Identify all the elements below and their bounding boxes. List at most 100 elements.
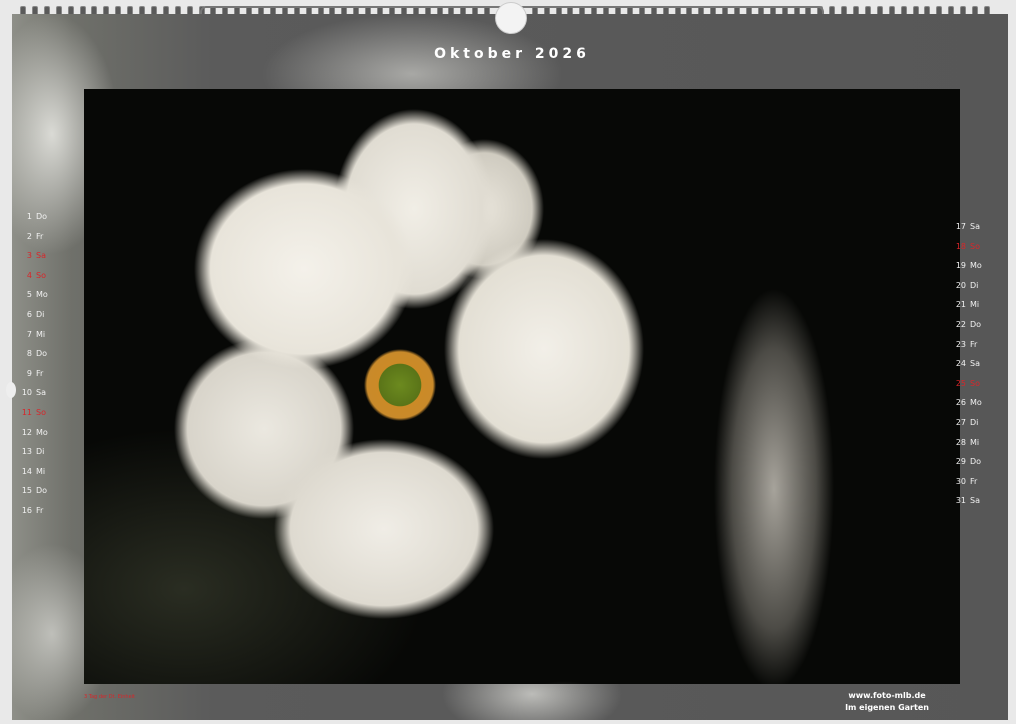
weekday: Mi — [970, 300, 980, 310]
weekday: Do — [36, 349, 48, 359]
day-entry: 24 Sa — [946, 359, 980, 368]
weekday: Do — [970, 320, 982, 329]
day-entry: 25 So — [946, 379, 980, 388]
weekday: So — [970, 241, 980, 251]
day-entry: 16 Fr — [12, 506, 44, 515]
day-entry: 15 Do — [12, 486, 47, 495]
weekday: Di — [36, 447, 45, 457]
weekday: Di — [970, 418, 979, 427]
day-entry: 31 Sa — [946, 496, 980, 505]
day-entry: 13 Di — [12, 447, 45, 457]
day-number: 13 — [21, 447, 32, 457]
weekday: Fr — [36, 231, 44, 241]
day-number: 4 — [26, 270, 32, 280]
day-entry: 30 Fr — [946, 476, 978, 486]
weekday: Sa — [970, 359, 980, 369]
day-entry: 17 Sa — [946, 222, 980, 231]
day-number: 2 — [26, 231, 32, 241]
weekday: Fr — [970, 476, 978, 486]
calendar-photo — [84, 89, 960, 684]
weekday: Fr — [36, 506, 44, 515]
day-number: 12 — [21, 427, 32, 437]
day-number: 8 — [26, 349, 32, 359]
day-number: 29 — [955, 457, 966, 467]
day-entry: 26 Mo — [946, 398, 982, 407]
day-number: 28 — [955, 437, 966, 447]
weekday: Mi — [36, 466, 46, 476]
day-number: 31 — [955, 496, 966, 506]
weekday: So — [36, 270, 46, 280]
day-entry: 7 Mi — [12, 330, 45, 339]
holiday-note: 3 Tag der Dt. Einheit — [84, 694, 136, 700]
weekday: Sa — [970, 496, 980, 506]
day-number: 27 — [955, 418, 966, 427]
day-number: 15 — [21, 486, 32, 496]
day-entry: 29 Do — [946, 457, 981, 466]
day-entry: 27 Di — [946, 418, 979, 427]
day-entry: 9 Fr — [12, 369, 43, 378]
weekday: Sa — [36, 388, 46, 398]
day-number: 6 — [26, 310, 32, 319]
weekday: Sa — [36, 251, 46, 261]
hanger-hole — [495, 2, 527, 34]
weekday: Do — [36, 212, 48, 221]
weekday: Fr — [970, 339, 978, 349]
weekday: Mo — [970, 398, 982, 408]
day-entry: 14 Mi — [12, 467, 45, 476]
day-entry: 1 Do — [12, 212, 47, 221]
photo-title: Im eigenen Garten — [845, 703, 929, 712]
day-entry: 10 Sa — [12, 388, 46, 397]
day-number: 26 — [955, 398, 966, 408]
day-entry: 8 Do — [12, 349, 47, 358]
weekday: Di — [36, 310, 45, 319]
day-number: 1 — [26, 212, 32, 221]
day-number: 18 — [955, 241, 966, 251]
day-entry: 22 Do — [946, 320, 981, 329]
website-link: www.foto-mlb.de — [848, 691, 926, 700]
day-entry: 18 So — [946, 242, 980, 251]
day-entry: 5 Mo — [12, 290, 48, 299]
day-number: 19 — [955, 261, 966, 271]
weekday: Sa — [970, 222, 980, 231]
day-entry: 21 Mi — [946, 300, 979, 309]
weekday: Mo — [36, 290, 48, 300]
weekday: Mi — [36, 329, 46, 339]
calendar-page: 1 Do 2 Fr 3 Sa 4 So 5 Mo 6 Di 7 Mi 8 Do 9 Fr 10 Sa 11 So 12 Mo 1… — [6, 14, 1008, 720]
day-number: 5 — [26, 290, 32, 300]
weekday: Di — [970, 280, 979, 290]
day-number: 10 — [21, 388, 32, 398]
weekday: Mi — [970, 437, 980, 447]
day-entry: 11 So — [12, 408, 46, 417]
weekday: Do — [36, 486, 48, 496]
day-number: 17 — [955, 222, 966, 231]
day-number: 16 — [21, 506, 32, 515]
day-entry: 6 Di — [12, 310, 44, 319]
day-entry: 4 So — [12, 271, 46, 280]
day-entry: 19 Mo — [946, 261, 982, 270]
day-number: 25 — [955, 378, 966, 388]
day-number: 24 — [955, 359, 966, 369]
day-number: 30 — [955, 476, 966, 486]
month-title: Oktober 2026 — [434, 46, 590, 62]
weekday: So — [36, 408, 46, 417]
day-number: 23 — [955, 339, 966, 349]
weekday: So — [970, 378, 980, 388]
weekday: Fr — [36, 368, 44, 378]
day-number: 9 — [26, 368, 32, 378]
day-entry: 2 Fr — [12, 232, 43, 241]
day-number: 22 — [955, 320, 966, 329]
day-number: 21 — [955, 300, 966, 310]
weekday: Do — [970, 457, 982, 467]
day-entry: 20 Di — [946, 280, 979, 290]
weekday: Mo — [970, 261, 982, 271]
day-number: 11 — [21, 408, 32, 417]
day-entry: 23 Fr — [946, 339, 978, 349]
credits: www.foto-mlb.de Im eigenen Garten — [812, 690, 962, 714]
day-number: 20 — [955, 280, 966, 290]
day-entry: 28 Mi — [946, 438, 979, 447]
day-entry: 3 Sa — [12, 251, 46, 260]
day-entry: 12 Mo — [12, 428, 48, 437]
day-number: 14 — [21, 466, 32, 476]
weekday: Mo — [36, 427, 48, 437]
day-number: 7 — [26, 329, 32, 339]
